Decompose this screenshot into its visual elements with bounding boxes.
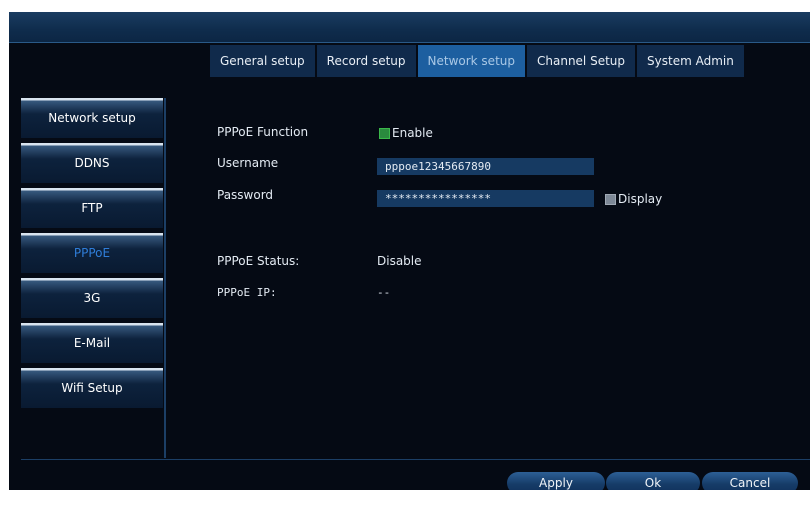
display-label: Display — [618, 192, 663, 206]
tab-general-setup[interactable]: General setup — [210, 45, 315, 77]
top-tab-bar: General setup Record setup Network setup… — [210, 45, 744, 77]
sidebar-item-label: Network setup — [48, 111, 136, 125]
footer-divider — [21, 459, 810, 460]
sidebar-item-label: 3G — [83, 291, 101, 305]
pppoe-status-label: PPPoE Status: — [217, 254, 300, 268]
ok-button[interactable]: Ok — [606, 472, 700, 490]
pppoe-ip-label: PPPoE IP: — [217, 286, 277, 299]
sidebar-item-email[interactable]: E-Mail — [21, 323, 163, 363]
sidebar-item-ddns[interactable]: DDNS — [21, 143, 163, 183]
tab-system-admin[interactable]: System Admin — [637, 45, 744, 77]
sidebar-item-label: E-Mail — [73, 336, 111, 350]
enable-label: Enable — [392, 126, 433, 140]
sidebar-divider — [164, 98, 166, 458]
pppoe-function-label: PPPoE Function — [217, 125, 309, 139]
cancel-button[interactable]: Cancel — [702, 472, 798, 490]
tab-record-setup[interactable]: Record setup — [316, 45, 416, 77]
enable-checkbox-group[interactable]: Enable — [379, 126, 433, 140]
pppoe-status-value: Disable — [377, 254, 422, 268]
sidebar-item-label: Wifi Setup — [61, 381, 123, 395]
display-checkbox-group[interactable]: Display — [605, 192, 662, 206]
username-field[interactable]: pppoe12345667890 — [377, 158, 594, 175]
sidebar-item-network-setup[interactable]: Network setup — [21, 98, 163, 138]
sidebar-item-3g[interactable]: 3G — [21, 278, 163, 318]
tab-channel-setup[interactable]: Channel Setup — [527, 45, 636, 77]
sidebar-item-label: DDNS — [74, 156, 110, 170]
tab-network-setup[interactable]: Network setup — [417, 45, 525, 77]
apply-button[interactable]: Apply — [507, 472, 605, 490]
display-checkbox[interactable] — [605, 193, 616, 205]
password-field[interactable]: **************** — [377, 190, 594, 207]
sidebar-item-ftp[interactable]: FTP — [21, 188, 163, 228]
sidebar: Network setup DDNS FTP PPPoE 3G E-Mail W… — [21, 98, 163, 413]
password-label: Password — [217, 188, 274, 202]
sidebar-item-wifi-setup[interactable]: Wifi Setup — [21, 368, 163, 408]
sidebar-item-label: PPPoE — [73, 246, 111, 260]
username-label: Username — [217, 156, 279, 170]
dvr-setup-screen: General setup Record setup Network setup… — [9, 12, 810, 490]
sidebar-item-pppoe[interactable]: PPPoE — [21, 233, 163, 273]
enable-checkbox[interactable] — [379, 127, 390, 139]
sidebar-item-label: FTP — [81, 201, 103, 215]
title-bar — [9, 12, 810, 43]
pppoe-ip-value: -- — [377, 286, 391, 299]
